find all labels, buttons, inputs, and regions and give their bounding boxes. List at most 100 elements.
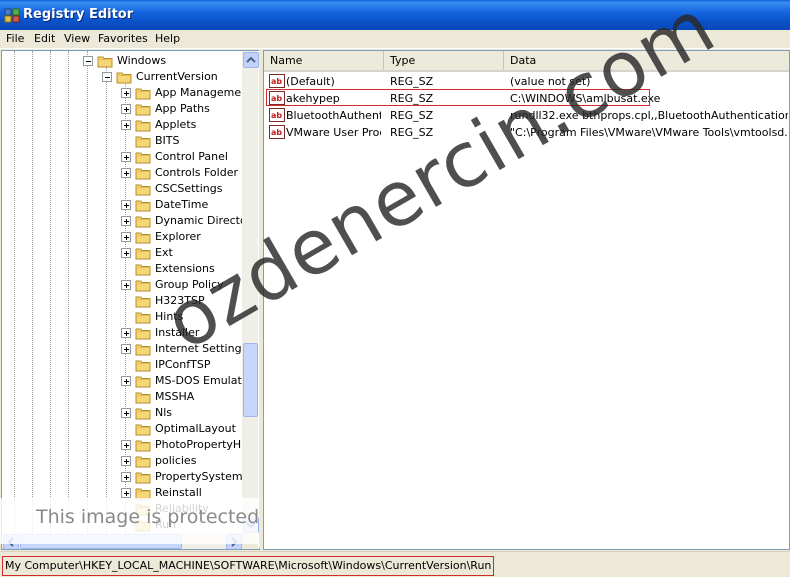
tree-node[interactable]: Dynamic Directory bbox=[2, 213, 242, 229]
tree-node-label: Internet Settings bbox=[155, 342, 242, 355]
tree-node[interactable]: BITS bbox=[2, 133, 242, 149]
title-bar[interactable]: Registry Editor bbox=[0, 0, 790, 30]
tree-node[interactable]: Installer bbox=[2, 325, 242, 341]
tree-horizontal-scrollbar[interactable] bbox=[2, 533, 242, 549]
list-row[interactable]: ab VMware User Process REG_SZ "C:\Program F… bbox=[264, 124, 789, 141]
expand-toggle[interactable] bbox=[121, 88, 131, 98]
folder-icon bbox=[135, 120, 151, 132]
expand-toggle[interactable] bbox=[121, 328, 131, 338]
folder-icon bbox=[135, 168, 151, 180]
column-header-type[interactable]: Type bbox=[384, 51, 504, 70]
chevron-up-icon bbox=[246, 56, 256, 63]
tree-node[interactable]: H323TSP bbox=[2, 293, 242, 309]
tree-node[interactable]: Nls bbox=[2, 405, 242, 421]
svg-text:ab: ab bbox=[271, 94, 282, 103]
expand-toggle[interactable] bbox=[121, 344, 131, 354]
value-data: (value not set) bbox=[510, 75, 591, 88]
tree-node[interactable]: Group Policy bbox=[2, 277, 242, 293]
registry-values-pane[interactable]: Name Type Data ab (Default) REG_SZ (value n… bbox=[263, 50, 790, 550]
tree-node[interactable]: policies bbox=[2, 453, 242, 469]
tree-node-label: H323TSP bbox=[155, 294, 205, 307]
expand-toggle[interactable] bbox=[121, 440, 131, 450]
folder-icon bbox=[135, 520, 151, 532]
tree-node[interactable]: DateTime bbox=[2, 197, 242, 213]
tree-node[interactable]: App Management bbox=[2, 85, 242, 101]
tree-node-label: MSSHA bbox=[155, 390, 195, 403]
tree-node[interactable]: Extensions bbox=[2, 261, 242, 277]
column-header-name[interactable]: Name bbox=[264, 51, 384, 70]
menu-view[interactable]: View bbox=[64, 32, 90, 45]
tree-node[interactable]: MS-DOS Emulation bbox=[2, 373, 242, 389]
value-name: VMware User Process bbox=[286, 126, 381, 139]
tree-node[interactable]: Reliability bbox=[2, 501, 242, 517]
value-name: BluetoothAuthenticationAgent bbox=[286, 109, 381, 122]
tree-node[interactable]: Reinstall bbox=[2, 485, 242, 501]
tree-node[interactable]: App Paths bbox=[2, 101, 242, 117]
tree-node[interactable]: Hints bbox=[2, 309, 242, 325]
tree-node-label: OptimalLayout bbox=[155, 422, 236, 435]
expand-toggle[interactable] bbox=[121, 168, 131, 178]
tree-node[interactable]: CSCSettings bbox=[2, 181, 242, 197]
menu-help[interactable]: Help bbox=[155, 32, 180, 45]
folder-icon bbox=[135, 280, 151, 292]
expand-toggle[interactable] bbox=[121, 456, 131, 466]
column-header-data[interactable]: Data bbox=[504, 51, 789, 70]
tree-node-label: Run bbox=[155, 518, 177, 531]
expand-toggle[interactable] bbox=[121, 408, 131, 418]
expand-toggle[interactable] bbox=[121, 248, 131, 258]
list-row[interactable]: ab BluetoothAuthenticationAgent REG_SZ rund… bbox=[264, 107, 789, 124]
expand-toggle[interactable] bbox=[121, 232, 131, 242]
tree-node[interactable]: Windows bbox=[2, 53, 242, 69]
expand-toggle[interactable] bbox=[121, 376, 131, 386]
expand-toggle[interactable] bbox=[121, 280, 131, 290]
folder-icon bbox=[135, 312, 151, 324]
tree-node[interactable]: PropertySystem bbox=[2, 469, 242, 485]
menu-file[interactable]: File bbox=[6, 32, 24, 45]
tree-node-label: Control Panel bbox=[155, 150, 228, 163]
tree-node[interactable]: IPConfTSP bbox=[2, 357, 242, 373]
window-title: Registry Editor bbox=[23, 7, 134, 22]
tree-node-label: Installer bbox=[155, 326, 200, 339]
scroll-thumb[interactable] bbox=[243, 343, 258, 417]
scroll-thumb[interactable] bbox=[20, 534, 182, 549]
folder-icon bbox=[135, 104, 151, 116]
tree-node[interactable]: Internet Settings bbox=[2, 341, 242, 357]
tree-node[interactable]: OptimalLayout bbox=[2, 421, 242, 437]
expand-toggle[interactable] bbox=[121, 472, 131, 482]
folder-icon bbox=[135, 360, 151, 372]
list-header: Name Type Data bbox=[264, 51, 789, 72]
expand-toggle[interactable] bbox=[121, 152, 131, 162]
tree-node[interactable]: Explorer bbox=[2, 229, 242, 245]
string-value-icon: ab bbox=[269, 74, 285, 88]
collapse-toggle[interactable] bbox=[83, 56, 93, 66]
scroll-left-button[interactable] bbox=[3, 534, 19, 549]
folder-icon bbox=[135, 408, 151, 420]
chevron-right-icon bbox=[231, 537, 238, 547]
expand-toggle[interactable] bbox=[121, 200, 131, 210]
tree-node[interactable]: MSSHA bbox=[2, 389, 242, 405]
tree-node[interactable]: CurrentVersion bbox=[2, 69, 242, 85]
tree-vertical-scrollbar[interactable] bbox=[242, 51, 259, 533]
list-row[interactable]: ab (Default) REG_SZ (value not set) bbox=[264, 73, 789, 90]
collapse-toggle[interactable] bbox=[102, 72, 112, 82]
expand-toggle[interactable] bbox=[121, 488, 131, 498]
expand-toggle[interactable] bbox=[121, 216, 131, 226]
registry-tree-pane[interactable]: Windows CurrentVersion App Management App P… bbox=[1, 50, 260, 550]
tree-node[interactable]: Control Panel bbox=[2, 149, 242, 165]
tree-node[interactable]: Ext bbox=[2, 245, 242, 261]
expand-toggle[interactable] bbox=[121, 104, 131, 114]
menu-favorites[interactable]: Favorites bbox=[98, 32, 148, 45]
tree-node[interactable]: Run bbox=[2, 517, 242, 533]
tree-node-label: BITS bbox=[155, 134, 180, 147]
list-row[interactable]: ab akehypep REG_SZ C:\WINDOWS\amlbusat.exe bbox=[264, 90, 789, 107]
value-data: C:\WINDOWS\amlbusat.exe bbox=[510, 92, 661, 105]
tree-node[interactable]: PhotoPropertyHandler bbox=[2, 437, 242, 453]
menu-edit[interactable]: Edit bbox=[34, 32, 55, 45]
tree-node[interactable]: Applets bbox=[2, 117, 242, 133]
scroll-down-button[interactable] bbox=[243, 517, 259, 533]
expand-toggle[interactable] bbox=[121, 120, 131, 130]
scroll-up-button[interactable] bbox=[243, 52, 259, 68]
scroll-right-button[interactable] bbox=[226, 534, 242, 549]
tree-node-label: Nls bbox=[155, 406, 173, 419]
tree-node[interactable]: Controls Folder bbox=[2, 165, 242, 181]
